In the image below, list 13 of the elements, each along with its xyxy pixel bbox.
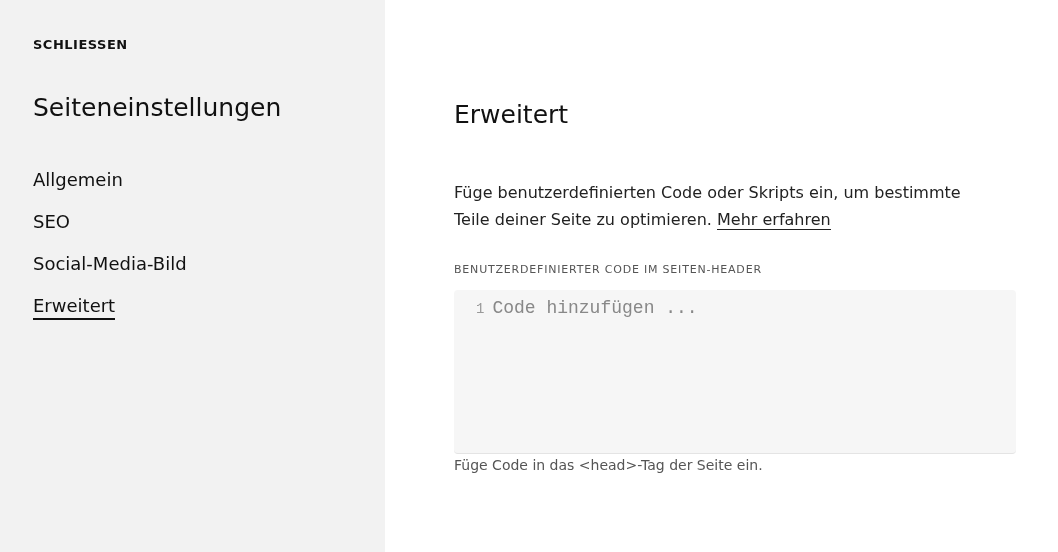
field-label: BENUTZERDEFINIERTER CODE IM SEITEN-HEADER (454, 263, 763, 276)
sidebar-item[interactable]: Erweitert (33, 296, 116, 320)
sidebar-title: Seiteneinstellungen (33, 93, 283, 122)
learn-more-link[interactable]: Mehr erfahren (717, 210, 831, 230)
line-number: 1 (476, 301, 485, 317)
section-title: Erweitert (454, 100, 570, 129)
sidebar-item[interactable]: Allgemein (33, 170, 123, 194)
close-button[interactable]: SCHLIESSEN (33, 37, 128, 52)
description-text: Füge benutzerdefinierten Code oder Skripts ein, um bestimmte Teile deiner Seite zu optimieren. Mehr erfahren (454, 182, 962, 232)
placeholder-text: Code hinzufügen ... (492, 298, 698, 318)
sidebar-item[interactable]: SEO (33, 212, 70, 236)
sidebar-item[interactable]: Social-Media-Bild (33, 254, 187, 278)
help-text: Füge Code in das <head>-Tag der Seite ein. (454, 457, 764, 473)
